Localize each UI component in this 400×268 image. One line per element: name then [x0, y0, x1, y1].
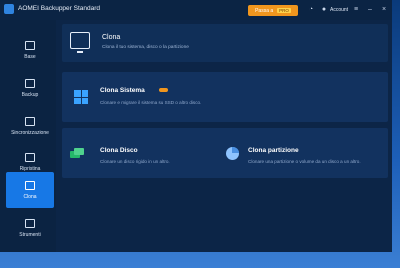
app-title: AOMEI Backupper Standard [18, 5, 101, 12]
clone-icon [25, 180, 35, 190]
restore-icon [25, 152, 35, 162]
sidebar-item-clone[interactable]: Clona [6, 172, 54, 208]
page-header: Clona Clona il tuo sistema, disco o la p… [62, 24, 388, 62]
clone-options-panel: Clona Disco Clonare un disco rigido in u… [62, 128, 388, 178]
page-title: Clona [102, 34, 121, 41]
sidebar-item-label: Ripristina [19, 165, 41, 172]
clone-partition-title: Clona partizione [248, 147, 299, 154]
page-subtitle: Clona il tuo sistema, disco o la partizi… [102, 45, 189, 50]
backup-icon [25, 78, 35, 88]
app-logo-icon [4, 4, 14, 14]
sidebar-item-backup[interactable]: Backup [6, 72, 54, 104]
sidebar-item-tools[interactable]: Strumenti [6, 212, 54, 244]
clone-partition-desc: Clonare una partizione o volume da un di… [248, 159, 361, 164]
clone-disk-title: Clona Disco [100, 147, 138, 154]
partition-icon [226, 147, 239, 160]
close-icon[interactable]: × [380, 6, 388, 14]
title-bar: AOMEI Backupper Standard Passa a PRO ◔ ●… [0, 0, 392, 20]
monitor-icon [70, 32, 90, 53]
sidebar-item-label: Base [24, 53, 36, 60]
minimize-icon[interactable]: – [366, 6, 374, 14]
upgrade-button[interactable]: Passa a PRO [248, 5, 298, 16]
menu-icon[interactable]: ≡ [352, 6, 360, 14]
sidebar-item-label: Clona [23, 193, 37, 200]
plus-icon [25, 40, 35, 50]
sidebar-item-sync[interactable]: Sincronizzazione [6, 110, 54, 142]
clone-disk-desc: Clonare un disco rigido in un altro. [100, 159, 170, 164]
notification-icon[interactable]: ◔ [307, 6, 315, 14]
account-label[interactable]: Account [330, 7, 348, 13]
sync-icon [25, 116, 35, 126]
clone-system-card[interactable]: Clona Sistema Clonare e migrare il siste… [62, 72, 388, 122]
main-content: Clona Clona il tuo sistema, disco o la p… [56, 20, 392, 252]
sidebar: Base Backup Sincronizzazione Ripristina … [0, 20, 56, 252]
pro-badge-icon [159, 88, 168, 92]
clone-system-desc: Clonare e migrare il sistema su SSD o al… [100, 100, 202, 105]
app-window: AOMEI Backupper Standard Passa a PRO ◔ ●… [0, 0, 392, 252]
upgrade-tag: PRO [277, 8, 291, 13]
upgrade-label: Passa a [255, 7, 274, 14]
sidebar-item-label: Backup [21, 91, 39, 98]
clone-system-title: Clona Sistema [100, 87, 145, 94]
windows-icon [74, 90, 88, 104]
disk-icon [70, 148, 84, 159]
clone-disk-card[interactable]: Clona Disco Clonare un disco rigido in u… [62, 128, 218, 178]
sidebar-item-base[interactable]: Base [6, 34, 54, 66]
sidebar-item-label: Strumenti [19, 231, 41, 238]
tools-icon [25, 218, 35, 228]
clone-partition-card[interactable]: Clona partizione Clonare una partizione … [220, 128, 388, 178]
user-icon[interactable]: ● [320, 6, 328, 14]
sidebar-item-label: Sincronizzazione [11, 129, 49, 136]
